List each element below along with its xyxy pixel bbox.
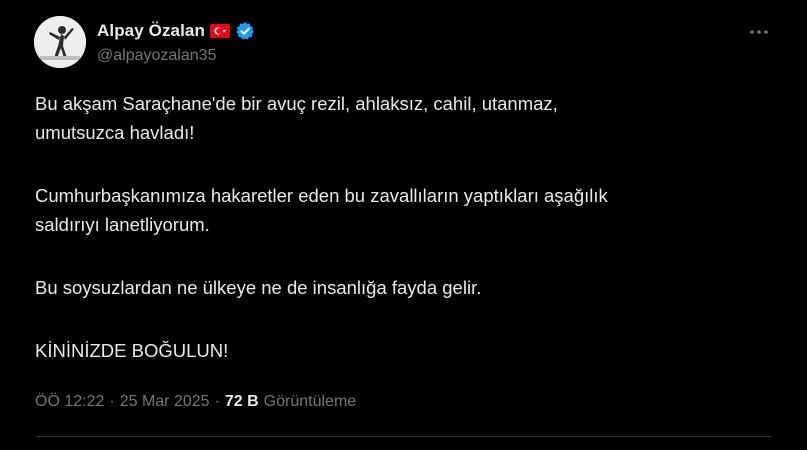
avatar-image [34, 16, 86, 68]
tweet-paragraph: Bu soysuzlardan ne ülkeye ne de insanlığ… [35, 277, 482, 298]
tweet-card: Alpay Özalan @alpayozalan35 Bu akşam Sar… [0, 0, 807, 450]
avatar[interactable] [34, 16, 86, 68]
more-options-icon [750, 30, 768, 34]
meta-separator: · [109, 393, 115, 410]
author-handle[interactable]: @alpayozalan35 [97, 47, 216, 65]
divider [35, 436, 772, 437]
meta-separator: · [214, 393, 220, 410]
turkey-flag-icon [209, 24, 230, 38]
author-display-name[interactable]: Alpay Özalan [97, 21, 205, 41]
author-name-row: Alpay Özalan [97, 19, 255, 43]
tweet-paragraph: Cumhurbaşkanımıza hakaretler eden bu zav… [35, 185, 608, 235]
tweet-text: Bu akşam Saraçhane'de bir avuç rezil, ah… [35, 89, 775, 365]
views-label[interactable]: Görüntüleme [264, 393, 357, 411]
tweet-meta: ÖÖ 12:22 · 25 Mar 2025 · 72 B Görüntülem… [35, 393, 356, 411]
verified-badge-icon[interactable] [235, 21, 255, 41]
views-count[interactable]: 72 B [225, 393, 259, 411]
tweet-paragraph: KİNİNİZDE BOĞULUN! [35, 340, 229, 361]
tweet-time[interactable]: ÖÖ 12:22 [35, 393, 104, 411]
tweet-date[interactable]: 25 Mar 2025 [120, 393, 210, 411]
more-options-button[interactable] [744, 20, 774, 44]
tweet-paragraph: Bu akşam Saraçhane'de bir avuç rezil, ah… [35, 93, 558, 143]
